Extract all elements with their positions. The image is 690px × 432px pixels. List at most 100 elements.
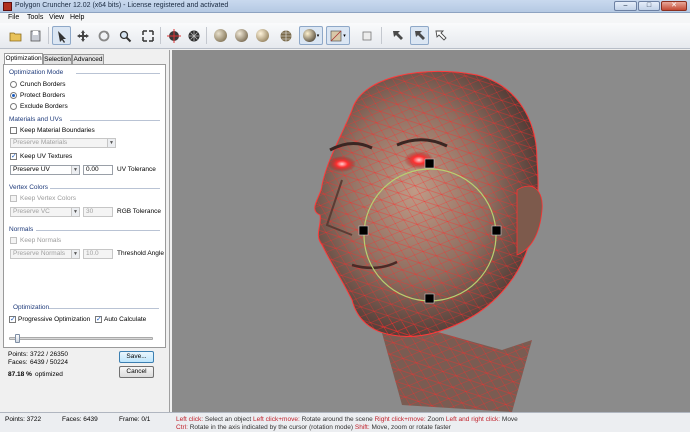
- keep-vertex-colors-checkbox[interactable]: [10, 195, 17, 202]
- preserve-normals-value: Preserve Normals: [13, 250, 66, 257]
- explode-view-icon[interactable]: [184, 26, 203, 45]
- menu-file[interactable]: File: [8, 14, 19, 21]
- head-model-render: [314, 70, 543, 412]
- arrow-nw-outline-icon[interactable]: [431, 26, 450, 45]
- optimization-title: Optimization: [13, 304, 50, 311]
- tab-advanced[interactable]: Advanced: [72, 54, 104, 64]
- maximize-button[interactable]: □: [638, 1, 660, 11]
- faces-label: Faces:: [8, 359, 28, 366]
- close-button[interactable]: ✕: [661, 1, 687, 11]
- status-frame: Frame: 0/1: [119, 416, 151, 423]
- help-text-segment: Move, zoom or rotate faster: [371, 424, 451, 431]
- zoom-icon[interactable]: [115, 26, 134, 45]
- gizmo-handle-left[interactable]: [358, 225, 369, 236]
- ear-shape: [516, 185, 543, 256]
- keep-normals-checkbox[interactable]: [10, 237, 17, 244]
- texture-display-icon[interactable]: ▾: [326, 26, 350, 45]
- keep-uv-textures-label: Keep UV Textures: [20, 153, 73, 160]
- rotate-icon[interactable]: [94, 26, 113, 45]
- tab-selection[interactable]: Selection: [43, 54, 72, 64]
- status-points: Points: 3722: [5, 416, 42, 423]
- wireframe-sphere-icon[interactable]: [276, 26, 295, 45]
- rgb-tolerance-input[interactable]: 30: [83, 207, 113, 217]
- shade-flat-sphere-icon[interactable]: [211, 26, 230, 45]
- keep-material-boundaries-checkbox[interactable]: [10, 127, 17, 134]
- progressive-optimization-label: Progressive Optimization: [18, 316, 91, 323]
- optimized-percent: 87.18 %: [8, 371, 32, 378]
- shade-gouraud-sphere-icon[interactable]: [253, 26, 272, 45]
- window-title: Polygon Cruncher 12.02 (x64 bits) - Lice…: [15, 2, 229, 9]
- menu-tools[interactable]: Tools: [27, 14, 43, 21]
- status-faces: Faces: 6439: [62, 416, 98, 423]
- group-divider: [36, 230, 160, 231]
- progressive-optimization-checkbox[interactable]: ✓: [9, 316, 16, 323]
- materials-uvs-title: Materials and UVs: [9, 116, 63, 123]
- menu-bar: File Tools View Help: [0, 13, 690, 23]
- chevron-down-icon: ▼: [71, 166, 79, 174]
- move-icon[interactable]: [73, 26, 92, 45]
- preserve-materials-select[interactable]: Preserve Materials ▼: [10, 138, 116, 148]
- background-icon[interactable]: [358, 26, 377, 45]
- help-text-segment: Shift:: [354, 424, 372, 431]
- preserve-vc-select[interactable]: Preserve VC ▼: [10, 207, 80, 217]
- app-icon: [3, 2, 12, 11]
- preserve-uv-value: Preserve UV: [13, 166, 50, 173]
- preserve-materials-value: Preserve Materials: [13, 139, 68, 146]
- gizmo-handle-bottom[interactable]: [424, 293, 435, 304]
- keep-uv-textures-checkbox[interactable]: ✓: [10, 153, 17, 160]
- menu-help[interactable]: Help: [70, 14, 84, 21]
- protect-borders-radio[interactable]: [10, 92, 17, 99]
- tab-optimization[interactable]: Optimization: [4, 53, 43, 64]
- help-line-1: Left click: Select an object Left click+…: [176, 416, 518, 423]
- arrow-nw-icon[interactable]: [388, 26, 407, 45]
- keep-material-boundaries-label: Keep Material Boundaries: [20, 127, 95, 134]
- save-button[interactable]: Save...: [119, 351, 154, 363]
- threshold-angle-input[interactable]: 10.0: [83, 249, 113, 259]
- help-text-segment: Move: [501, 416, 518, 423]
- help-text-segment: Rotate in the axis indicated by the curs…: [189, 424, 355, 431]
- center-object-icon[interactable]: [164, 26, 183, 45]
- uv-tolerance-input[interactable]: 0.00: [83, 165, 113, 175]
- help-text-segment: Rotate around the scene: [301, 416, 375, 423]
- open-file-icon[interactable]: [6, 26, 25, 45]
- save-file-icon[interactable]: [26, 26, 45, 45]
- select-arrow-icon[interactable]: [52, 26, 71, 45]
- minimize-button[interactable]: –: [614, 1, 637, 11]
- shade-smooth-sphere-icon[interactable]: [232, 26, 251, 45]
- chevron-down-icon: ▼: [71, 250, 79, 258]
- menu-view[interactable]: View: [49, 14, 64, 21]
- protect-borders-label: Protect Borders: [20, 92, 66, 99]
- zoom-all-icon[interactable]: [138, 26, 157, 45]
- help-line-2: Ctrl: Rotate in the axis indicated by th…: [176, 424, 451, 431]
- points-label: Points:: [8, 351, 28, 358]
- group-divider: [76, 73, 160, 74]
- toolbar: ▾ ▾: [0, 23, 690, 49]
- settings-panel: Optimization Selection Advanced Optimiza…: [0, 50, 170, 412]
- optimization-slider-thumb[interactable]: [14, 334, 20, 343]
- faces-value: 6439 / 50224: [30, 359, 68, 366]
- textured-sphere-icon[interactable]: ▾: [299, 26, 323, 45]
- arrow-nw-active-icon[interactable]: [410, 26, 429, 45]
- points-value: 3722 / 26350: [30, 351, 68, 358]
- help-text-segment: Left click:: [176, 416, 205, 423]
- title-bar: Polygon Cruncher 12.02 (x64 bits) - Lice…: [0, 0, 690, 13]
- 3d-viewport[interactable]: [172, 50, 690, 412]
- optimization-mode-title: Optimization Mode: [9, 69, 64, 76]
- uv-tolerance-label: UV Tolerance: [117, 166, 156, 173]
- gizmo-handle-top[interactable]: [424, 158, 435, 169]
- help-text-segment: Select an object: [204, 416, 253, 423]
- cancel-button[interactable]: Cancel: [119, 366, 154, 378]
- help-text-segment: Left and right click:: [445, 416, 502, 423]
- gizmo-handle-right[interactable]: [491, 225, 502, 236]
- crunch-borders-radio[interactable]: [10, 81, 17, 88]
- rgb-tolerance-label: RGB Tolerance: [117, 208, 161, 215]
- normals-title: Normals: [9, 226, 34, 233]
- preserve-uv-select[interactable]: Preserve UV ▼: [10, 165, 80, 175]
- help-text-segment: Left click+move:: [252, 416, 302, 423]
- optimization-slider-track[interactable]: [9, 337, 153, 340]
- auto-calculate-checkbox[interactable]: ✓: [95, 316, 102, 323]
- exclude-borders-radio[interactable]: [10, 103, 17, 110]
- preserve-normals-select[interactable]: Preserve Normals ▼: [10, 249, 80, 259]
- keep-vertex-colors-label: Keep Vertex Colors: [20, 195, 77, 202]
- threshold-angle-label: Threshold Angle: [117, 250, 164, 257]
